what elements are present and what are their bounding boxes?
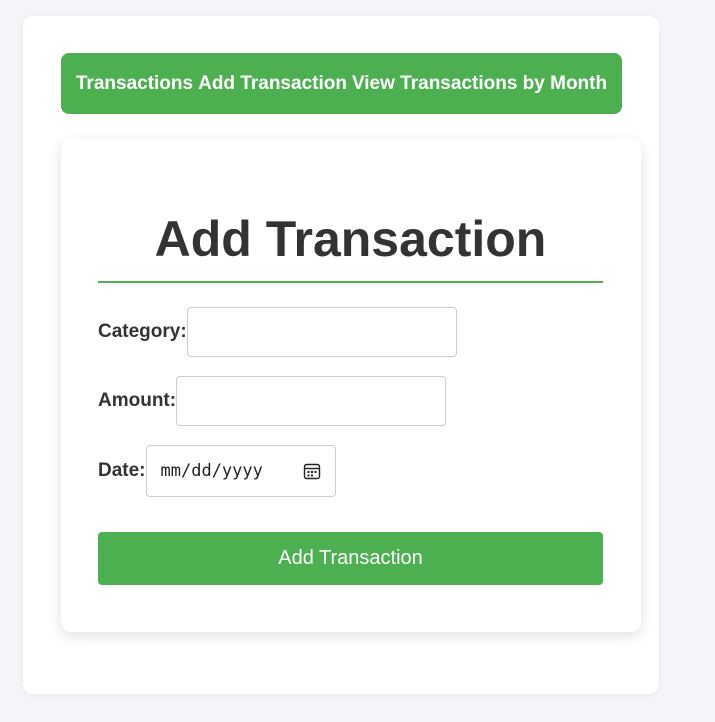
category-label: Category:	[98, 321, 187, 342]
amount-label: Amount:	[98, 390, 177, 411]
date-placeholder: mm/dd/yyyy	[160, 461, 263, 481]
nav-bar: Transactions Add Transaction View Transa…	[61, 53, 622, 114]
page-container: Transactions Add Transaction View Transa…	[23, 16, 659, 694]
category-row: Category:	[98, 307, 457, 357]
amount-row: Amount:	[98, 376, 447, 426]
nav-link-add-transaction[interactable]: Add Transaction	[198, 73, 347, 95]
add-transaction-form: Add Transaction Category: Amount: Date: …	[61, 139, 641, 632]
calendar-icon[interactable]	[303, 462, 321, 480]
add-transaction-button[interactable]: Add Transaction	[98, 532, 603, 585]
date-row: Date: mm/dd/yyyy	[98, 445, 336, 497]
date-label: Date:	[98, 460, 146, 481]
category-input[interactable]	[186, 307, 457, 357]
nav-link-view-by-month[interactable]: View Transactions by Month	[352, 73, 607, 95]
nav-link-transactions[interactable]: Transactions	[76, 73, 193, 95]
form-title: Add Transaction	[154, 211, 547, 267]
date-input[interactable]: mm/dd/yyyy	[145, 445, 336, 497]
title-divider	[98, 281, 603, 283]
amount-input[interactable]	[176, 376, 447, 426]
